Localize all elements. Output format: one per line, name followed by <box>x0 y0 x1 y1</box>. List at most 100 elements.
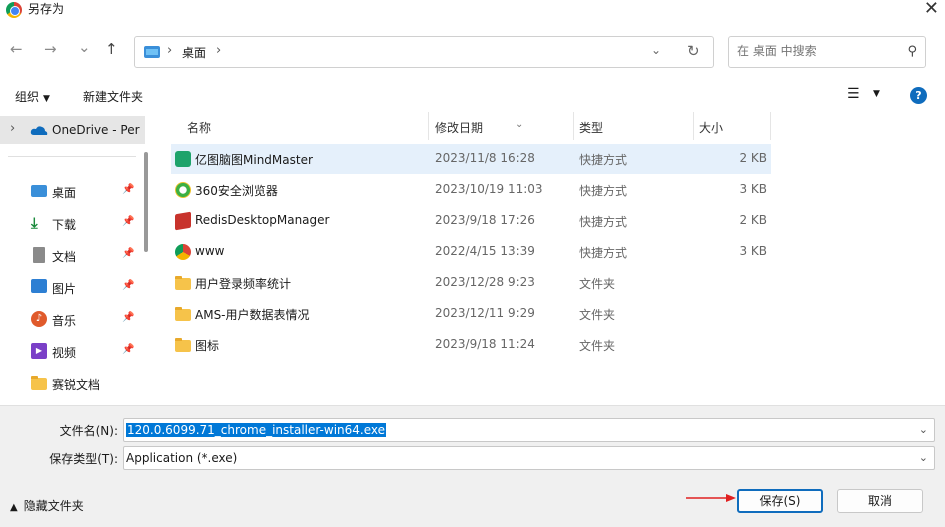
file-row[interactable]: RedisDesktopManager 2023/9/18 17:26 快捷方式… <box>171 206 771 236</box>
sidebar-item-label: 文档 <box>52 250 77 264</box>
pin-icon[interactable]: 📌 <box>122 216 134 227</box>
breadcrumb-separator-icon[interactable]: › <box>216 43 221 58</box>
video-icon: ▶ <box>31 343 47 359</box>
file-date: 2023/9/18 11:24 <box>435 337 535 351</box>
sidebar-item-sairui-docs[interactable]: 赛锐文档 <box>0 369 145 397</box>
file-name: 360安全浏览器 <box>195 184 278 198</box>
recent-locations-chevron-icon[interactable]: ⌄ <box>78 38 91 56</box>
column-header-row: 名称 ⌄ 修改日期 类型 大小 <box>171 112 771 140</box>
file-type: 快捷方式 <box>579 246 628 260</box>
back-arrow-icon[interactable]: ← <box>10 40 23 58</box>
sidebar-item-pictures[interactable]: 图片 📌 <box>0 273 145 301</box>
refresh-icon[interactable]: ↻ <box>687 42 700 60</box>
close-icon[interactable]: ✕ <box>924 0 939 19</box>
chevron-down-icon[interactable]: ⌄ <box>919 451 928 464</box>
column-separator[interactable] <box>573 112 574 140</box>
filetype-select[interactable]: Application (*.exe) ⌄ <box>123 446 935 470</box>
breadcrumb-separator-icon: › <box>167 43 173 58</box>
view-options-icon[interactable]: ☰ <box>847 86 860 102</box>
organize-label: 组织 <box>15 90 40 104</box>
chevron-down-icon[interactable]: ⌄ <box>651 43 661 57</box>
column-separator[interactable] <box>428 112 429 140</box>
folder-icon <box>175 307 191 321</box>
hide-folders-toggle[interactable]: ▲ 隐藏文件夹 <box>10 497 84 514</box>
folder-icon <box>31 376 47 390</box>
save-button[interactable]: 保存(S) <box>737 489 823 513</box>
search-box[interactable]: ⚲ <box>728 36 926 68</box>
redis-icon <box>175 211 191 231</box>
sort-caret-icon: ⌄ <box>515 119 524 130</box>
breadcrumb-desktop[interactable]: 桌面 <box>182 44 206 61</box>
picture-icon <box>31 279 47 293</box>
sidebar-item-label: 赛锐文档 <box>52 378 101 392</box>
pin-icon[interactable]: 📌 <box>122 344 134 355</box>
column-separator[interactable] <box>770 112 771 140</box>
chevron-up-icon: ▲ <box>10 502 18 513</box>
sidebar-item-documents[interactable]: 文档 📌 <box>0 241 145 269</box>
mindmaster-icon <box>175 151 191 167</box>
filename-value[interactable]: 120.0.6099.71_chrome_installer-win64.exe <box>126 423 386 437</box>
help-icon[interactable]: ? <box>910 87 927 104</box>
red-arrow-annotation-icon <box>686 494 736 502</box>
file-type: 文件夹 <box>579 277 616 291</box>
column-header-size[interactable]: 大小 <box>699 119 723 136</box>
title-bar: 另存为 ✕ <box>0 0 945 30</box>
up-arrow-icon[interactable]: ↑ <box>105 40 118 58</box>
file-row[interactable]: www 2022/4/15 13:39 快捷方式 3 KB <box>171 237 771 267</box>
sidebar-item-videos[interactable]: ▶ 视频 📌 <box>0 337 145 365</box>
sidebar-item-label: 桌面 <box>52 186 77 200</box>
expand-chevron-icon[interactable]: › <box>10 121 15 136</box>
file-row[interactable]: 用户登录频率统计 2023/12/28 9:23 文件夹 <box>171 268 771 298</box>
address-bar[interactable]: › 桌面 › ⌄ ↻ <box>134 36 714 68</box>
pin-icon[interactable]: 📌 <box>122 248 134 259</box>
sidebar-item-desktop[interactable]: 桌面 📌 <box>0 177 145 205</box>
file-name: RedisDesktopManager <box>195 213 330 227</box>
folder-icon <box>175 338 191 352</box>
desktop-folder-icon <box>144 46 160 58</box>
desktop-icon <box>31 185 47 197</box>
column-header-date[interactable]: 修改日期 <box>435 119 483 136</box>
file-row[interactable]: 360安全浏览器 2023/10/19 11:03 快捷方式 3 KB <box>171 175 771 205</box>
chevron-down-icon[interactable]: ⌄ <box>919 423 928 436</box>
sidebar-item-onedrive[interactable]: › OneDrive - Per <box>0 116 145 144</box>
file-size: 2 KB <box>739 213 767 227</box>
pin-icon[interactable]: 📌 <box>122 312 134 323</box>
sidebar-item-downloads[interactable]: ⤓ 下载 📌 <box>0 209 145 237</box>
sidebar-item-label: 下载 <box>52 218 77 232</box>
search-icon[interactable]: ⚲ <box>907 44 917 59</box>
organize-button[interactable]: 组织 ▼ <box>15 88 50 105</box>
column-header-type[interactable]: 类型 <box>579 119 603 136</box>
caret-down-icon[interactable]: ▼ <box>873 89 880 99</box>
file-type: 文件夹 <box>579 339 616 353</box>
chrome-app-icon <box>6 2 22 18</box>
file-date: 2023/12/11 9:29 <box>435 306 535 320</box>
forward-arrow-icon[interactable]: → <box>44 40 57 58</box>
new-folder-button[interactable]: 新建文件夹 <box>83 88 143 105</box>
hide-folders-label: 隐藏文件夹 <box>23 499 84 513</box>
column-separator[interactable] <box>693 112 694 140</box>
music-icon: ♪ <box>31 311 47 327</box>
download-icon: ⤓ <box>31 214 38 232</box>
chrome-icon <box>175 244 191 260</box>
browser-360-icon <box>175 182 191 198</box>
sidebar-item-label: 图片 <box>52 282 77 296</box>
file-date: 2023/9/18 17:26 <box>435 213 535 227</box>
filetype-label: 保存类型(T): <box>49 452 118 466</box>
file-row[interactable]: AMS-用户数据表情况 2023/12/11 9:29 文件夹 <box>171 299 771 329</box>
search-input[interactable] <box>737 44 897 58</box>
filename-field[interactable]: 120.0.6099.71_chrome_installer-win64.exe… <box>123 418 935 442</box>
pin-icon[interactable]: 📌 <box>122 280 134 291</box>
pin-icon[interactable]: 📌 <box>122 184 134 195</box>
sidebar-item-music[interactable]: ♪ 音乐 📌 <box>0 305 145 333</box>
file-row[interactable]: 亿图脑图MindMaster 2023/11/8 16:28 快捷方式 2 KB <box>171 144 771 174</box>
file-name: 用户登录频率统计 <box>195 277 292 291</box>
column-header-name[interactable]: 名称 <box>187 119 211 136</box>
file-date: 2023/10/19 11:03 <box>435 182 543 196</box>
filename-label: 文件名(N): <box>59 424 118 438</box>
file-size: 3 KB <box>739 182 767 196</box>
file-date: 2022/4/15 13:39 <box>435 244 535 258</box>
file-name: AMS-用户数据表情况 <box>195 308 310 322</box>
caret-down-icon: ▼ <box>43 94 50 104</box>
file-row[interactable]: 图标 2023/9/18 11:24 文件夹 <box>171 330 771 360</box>
cancel-button[interactable]: 取消 <box>837 489 923 513</box>
